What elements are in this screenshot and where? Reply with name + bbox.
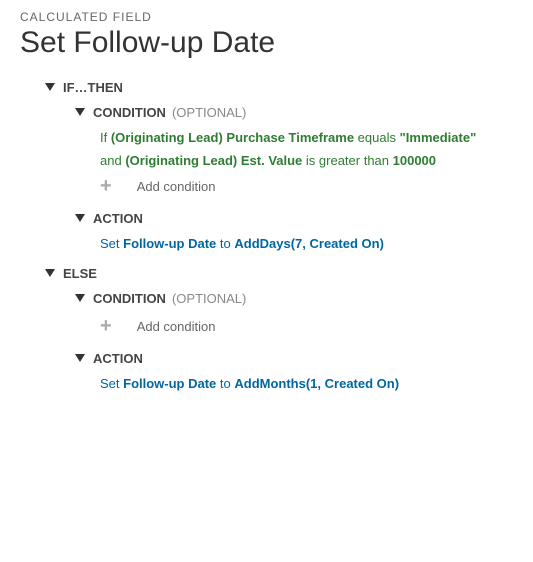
cond-op: equals <box>354 130 400 145</box>
if-then-label: IF…THEN <box>63 80 123 95</box>
action-prefix: Set <box>100 376 123 391</box>
cond-op: is greater than <box>302 153 392 168</box>
chevron-down-icon <box>75 294 85 302</box>
page-subtitle: CALCULATED FIELD <box>20 10 513 24</box>
chevron-down-icon <box>75 214 85 222</box>
action-line[interactable]: Set Follow-up Date to AddMonths(1, Creat… <box>100 376 513 391</box>
add-condition-label: Add condition <box>137 319 216 334</box>
else-label: ELSE <box>63 266 97 281</box>
condition-line-1[interactable]: If (Originating Lead) Purchase Timeframe… <box>100 130 513 145</box>
cond-value: 100000 <box>393 153 436 168</box>
cond-prefix: and <box>100 153 125 168</box>
action-mid: to <box>216 376 234 391</box>
chevron-down-icon <box>75 108 85 116</box>
cond-field: (Originating Lead) Est. Value <box>125 153 302 168</box>
chevron-down-icon <box>75 354 85 362</box>
page-title: Set Follow-up Date <box>20 26 513 60</box>
optional-label: (OPTIONAL) <box>172 291 246 306</box>
cond-field: (Originating Lead) Purchase Timeframe <box>111 130 354 145</box>
action-field: Follow-up Date <box>123 376 216 391</box>
action-func: AddMonths(1, Created On) <box>234 376 399 391</box>
if-condition-header[interactable]: CONDITION (OPTIONAL) <box>75 105 513 120</box>
action-line[interactable]: Set Follow-up Date to AddDays(7, Created… <box>100 236 513 251</box>
else-action-header[interactable]: ACTION <box>75 351 513 366</box>
add-condition-button[interactable]: + Add condition <box>100 176 513 196</box>
chevron-down-icon <box>45 269 55 277</box>
cond-value: "Immediate" <box>400 130 477 145</box>
optional-label: (OPTIONAL) <box>172 105 246 120</box>
if-action-header[interactable]: ACTION <box>75 211 513 226</box>
chevron-down-icon <box>45 83 55 91</box>
add-condition-button[interactable]: + Add condition <box>100 316 513 336</box>
action-field: Follow-up Date <box>123 236 216 251</box>
action-label: ACTION <box>93 351 143 366</box>
condition-label: CONDITION <box>93 291 166 306</box>
if-then-header[interactable]: IF…THEN <box>45 80 513 95</box>
plus-icon: + <box>100 176 112 196</box>
action-label: ACTION <box>93 211 143 226</box>
plus-icon: + <box>100 316 112 336</box>
cond-prefix: If <box>100 130 111 145</box>
action-func: AddDays(7, Created On) <box>234 236 384 251</box>
action-prefix: Set <box>100 236 123 251</box>
condition-line-2[interactable]: and (Originating Lead) Est. Value is gre… <box>100 153 513 168</box>
add-condition-label: Add condition <box>137 179 216 194</box>
else-condition-header[interactable]: CONDITION (OPTIONAL) <box>75 291 513 306</box>
action-mid: to <box>216 236 234 251</box>
else-header[interactable]: ELSE <box>45 266 513 281</box>
condition-label: CONDITION <box>93 105 166 120</box>
